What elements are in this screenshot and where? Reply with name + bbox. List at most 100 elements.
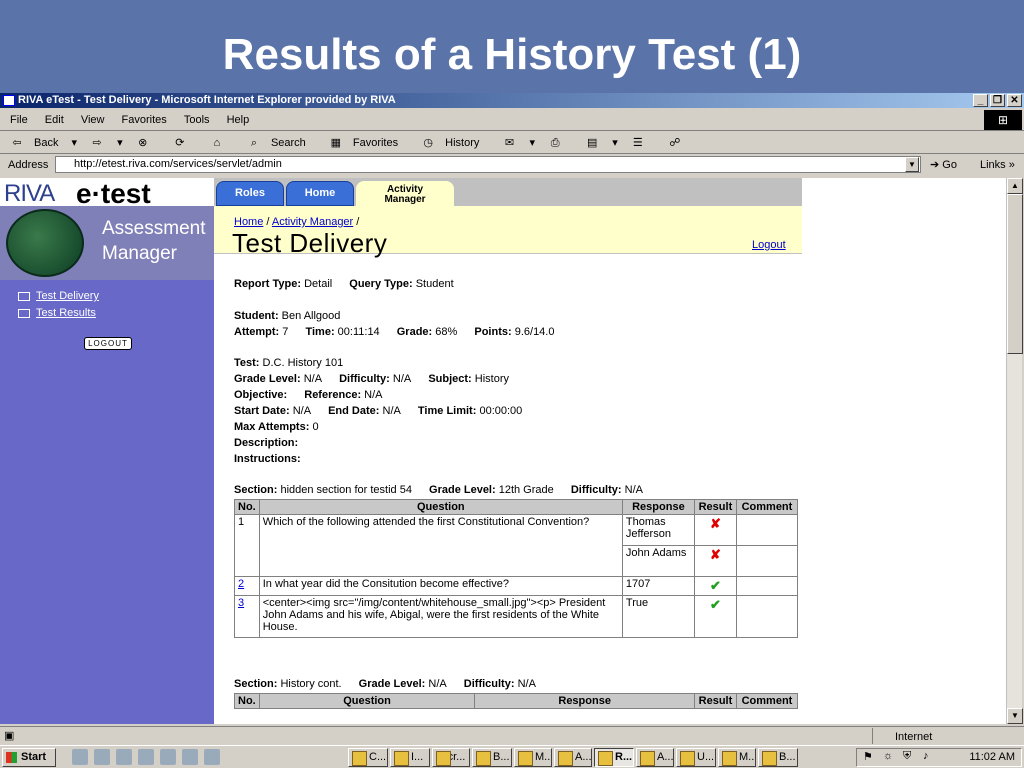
mail-button[interactable]: ✉ ▾	[502, 132, 535, 154]
menu-help[interactable]: Help	[227, 109, 250, 131]
report-type-label: Report Type:	[234, 278, 302, 290]
explorer-icon[interactable]	[138, 749, 154, 765]
taskbar-item[interactable]: A...	[636, 748, 674, 767]
subject-value: History	[474, 373, 510, 385]
menu-view[interactable]: View	[81, 109, 105, 131]
discuss-button[interactable]: ☰	[631, 132, 655, 154]
stop-button[interactable]: ⊗	[136, 132, 160, 154]
start-button[interactable]: Start	[2, 748, 56, 767]
tray-app-icon[interactable]: ☼	[883, 750, 893, 762]
links-label: Links	[980, 159, 1006, 171]
sidebar-item-test-results[interactable]: Test Results	[18, 307, 96, 319]
scroll-thumb[interactable]	[1007, 194, 1023, 354]
tray-volume-icon[interactable]: ♪	[923, 750, 929, 762]
toolbar: ⇦ Back ▾ ⇨ ▾ ⊗ ⟳ ⌂ ⌕ Search ▦ Favorites ◷ Hi…	[0, 132, 1024, 154]
restore-icon[interactable]: ❐	[990, 94, 1005, 107]
print-button[interactable]: ⎙	[548, 132, 572, 154]
back-button[interactable]: ⇦ Back ▾	[10, 132, 77, 154]
col-result: Result	[693, 693, 737, 709]
back-arrow-icon: ⇦	[12, 137, 22, 149]
menu-file[interactable]: File	[10, 109, 28, 131]
subject-label: Subject:	[428, 373, 472, 385]
desktop-icon[interactable]	[72, 749, 88, 765]
taskbar-item[interactable]: C...	[348, 748, 388, 767]
time-label: Time:	[305, 326, 335, 338]
menu-tools[interactable]: Tools	[184, 109, 210, 131]
response-cell: 1707	[621, 576, 695, 596]
tab-roles[interactable]: Roles	[216, 181, 284, 206]
menu-favorites[interactable]: Favorites	[122, 109, 167, 131]
home-button[interactable]: ⌂	[210, 132, 234, 154]
outlook-icon[interactable]	[116, 749, 132, 765]
section-label: Section:	[234, 484, 278, 496]
app-icon[interactable]	[160, 749, 176, 765]
tab-activity-manager[interactable]: Activity Manager	[356, 181, 454, 206]
refresh-button[interactable]: ⟳	[173, 132, 197, 154]
minimize-icon[interactable]: _	[973, 94, 988, 107]
edit-button[interactable]: ▤ ▾	[585, 132, 618, 154]
app-icon[interactable]	[182, 749, 198, 765]
incorrect-x-icon: ✘	[693, 545, 737, 577]
breadcrumb-end: /	[353, 216, 360, 228]
breadcrumb-home[interactable]: Home	[234, 216, 263, 228]
ie-launch-icon[interactable]	[94, 749, 110, 765]
links-button[interactable]: Links »	[980, 155, 1015, 175]
scroll-down-icon[interactable]: ▼	[1007, 708, 1023, 724]
taskbar-item[interactable]: B...	[472, 748, 512, 767]
menu-edit[interactable]: Edit	[45, 109, 64, 131]
logout-button[interactable]: LOGOUT	[84, 337, 132, 350]
taskbar-item[interactable]: A...	[554, 748, 592, 767]
forward-button[interactable]: ⇨ ▾	[90, 132, 123, 154]
assess-line1: Assessment	[102, 218, 206, 239]
test-value: D.C. History 101	[262, 357, 344, 369]
question-number-link[interactable]: 3	[234, 595, 260, 638]
favorites-icon: ▦	[330, 137, 342, 149]
close-icon[interactable]: ✕	[1007, 94, 1022, 107]
breadcrumb-separator: /	[263, 216, 272, 228]
section2-header: Section: History cont. Grade Level: N/A …	[234, 678, 536, 690]
section-grade-level-value: N/A	[428, 678, 447, 690]
tab-home[interactable]: Home	[286, 181, 354, 206]
taskbar-item[interactable]: Micr...	[432, 748, 470, 767]
question-link[interactable]: 3	[238, 597, 244, 609]
chevron-down-icon[interactable]: ▼	[905, 157, 919, 172]
page-done-icon: ▣	[4, 730, 15, 742]
address-label: Address	[8, 159, 49, 171]
taskbar-item[interactable]: M...	[514, 748, 552, 767]
app-icon[interactable]	[204, 749, 220, 765]
question-text: <center><img src="/img/content/whitehous…	[258, 595, 623, 638]
question-link[interactable]: 2	[238, 578, 244, 590]
tray-shield-icon[interactable]: ⛨	[903, 750, 911, 763]
table-header-row: No. Question Response Result Comment	[234, 499, 799, 515]
taskbar-item[interactable]: U...	[676, 748, 716, 767]
logout-link[interactable]: Logout	[752, 239, 786, 251]
time-limit-value: 00:00:00	[479, 405, 523, 417]
go-button[interactable]: ➔ Go	[930, 155, 957, 175]
question-number-link[interactable]: 2	[234, 576, 260, 596]
messenger-button[interactable]: ☍	[668, 132, 692, 154]
student-value: Ben Allgood	[281, 310, 341, 322]
history-icon: ◷	[423, 137, 433, 149]
sidebar-item-test-delivery[interactable]: Test Delivery	[18, 290, 99, 302]
vertical-scrollbar[interactable]: ▲ ▼	[1006, 178, 1023, 724]
sidebar-item-label: Test Results	[36, 307, 96, 319]
results-table: No. Question Response Result Comment 1 W…	[234, 499, 799, 638]
col-no: No.	[234, 693, 260, 709]
incorrect-x-icon: ✘	[693, 514, 737, 546]
col-question: Question	[258, 499, 623, 515]
taskbar-item[interactable]: I...	[390, 748, 430, 767]
taskbar-item[interactable]: B...	[758, 748, 798, 767]
tray-network-icon[interactable]: ⚑	[863, 750, 873, 763]
taskbar-item[interactable]: M...	[718, 748, 756, 767]
address-input[interactable]: http://etest.riva.com/services/servlet/a…	[55, 156, 921, 173]
question-number: 1	[234, 514, 260, 577]
assessment-manager-banner: Assessment Manager	[0, 206, 214, 280]
table-header-row: No. Question Response Result Comment	[234, 693, 799, 709]
history-button[interactable]: ◷ History	[421, 132, 489, 154]
scroll-up-icon[interactable]: ▲	[1007, 178, 1023, 194]
breadcrumb-activity-manager[interactable]: Activity Manager	[272, 216, 353, 228]
taskbar-item-active[interactable]: R...	[594, 748, 634, 767]
favorites-button[interactable]: ▦ Favorites	[329, 132, 408, 154]
search-button[interactable]: ⌕ Search	[247, 132, 316, 154]
security-zone: Internet	[872, 728, 932, 744]
